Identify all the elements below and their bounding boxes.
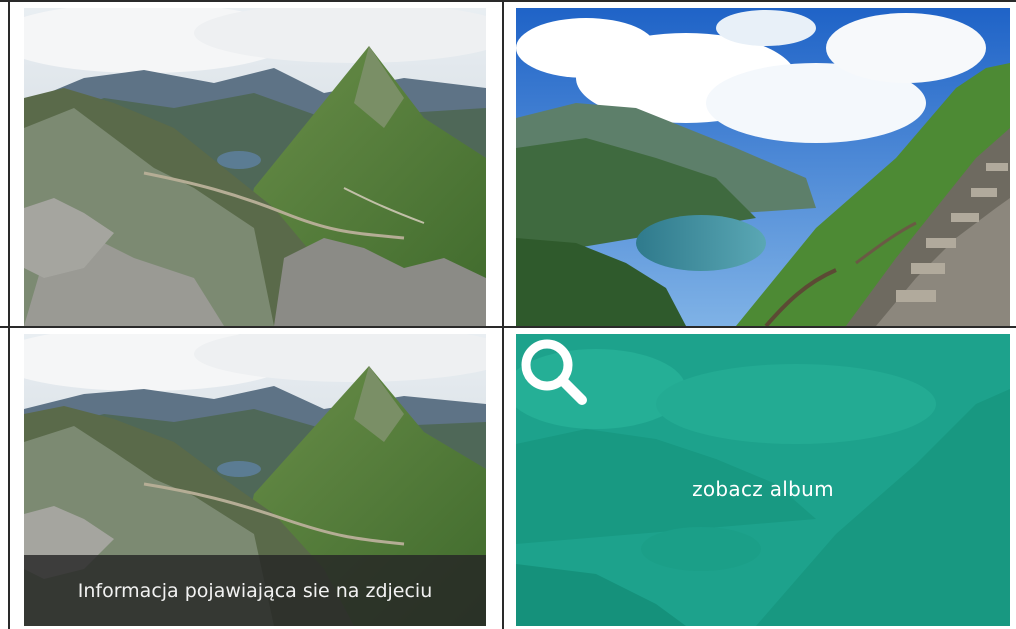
grid-border-top	[0, 0, 1016, 2]
photo-tile-lake[interactable]	[516, 8, 1010, 326]
mountain-ridge-image	[24, 8, 486, 326]
photo-tile-ridge[interactable]	[24, 8, 486, 326]
photo-caption-bar: Informacja pojawiająca sie na zdjeciu	[24, 555, 486, 626]
photo-tile-ridge-captioned[interactable]: Informacja pojawiająca sie na zdjeciu	[24, 334, 486, 626]
grid-border-left	[8, 0, 10, 629]
lake-valley-image	[516, 8, 1010, 326]
grid-divider-horizontal	[0, 326, 1016, 328]
search-icon	[521, 339, 587, 405]
album-link-tile[interactable]: zobacz album	[516, 334, 1010, 626]
photo-caption-text: Informacja pojawiająca sie na zdjeciu	[77, 579, 433, 602]
grid-divider-vertical	[502, 0, 504, 629]
album-link-label[interactable]: zobacz album	[692, 477, 834, 501]
album-link-overlay: zobacz album	[516, 334, 1010, 626]
